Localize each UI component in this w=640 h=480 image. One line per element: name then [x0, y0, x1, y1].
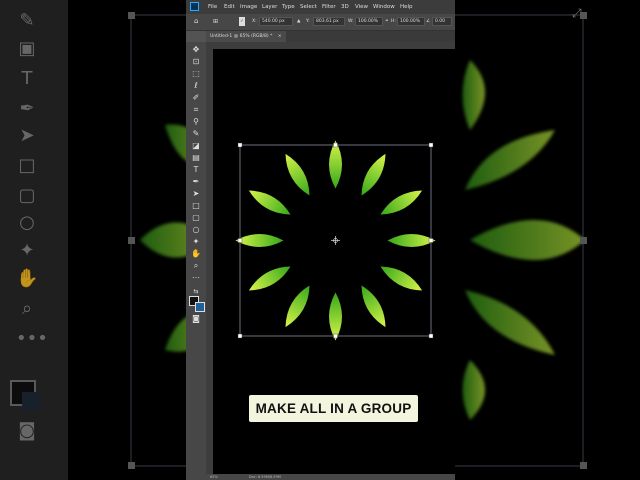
hand-icon: ✋ — [16, 268, 39, 289]
more-tools-icon: ••• — [16, 328, 48, 349]
leaf-shape — [387, 234, 436, 247]
leaf-shape — [380, 190, 423, 215]
rounded-rectangle-icon[interactable]: ▢ — [191, 213, 201, 223]
doc-size-readout: Doc: 6.59M/6.59M — [248, 475, 281, 479]
leaf-shape — [248, 266, 291, 291]
photoshop-logo-icon — [190, 2, 199, 11]
close-icon[interactable]: × — [278, 34, 282, 39]
more-tools-icon[interactable]: ⋯ — [191, 273, 201, 283]
leaf-shape — [361, 285, 386, 328]
rotate-handle-icon: ⤢ — [572, 6, 582, 20]
zoom-icon: ⌕ — [21, 298, 33, 319]
w-label: W: — [348, 19, 354, 24]
eraser-icon[interactable]: ◪ — [191, 141, 201, 151]
type-icon[interactable]: T — [191, 165, 201, 175]
menu-filter[interactable]: Filter — [322, 0, 336, 14]
menu-window[interactable]: Window — [373, 0, 395, 14]
background-color-swatch[interactable] — [195, 302, 205, 312]
pivot-point-icon[interactable] — [331, 236, 340, 245]
custom-shape-icon: ✦ — [19, 240, 35, 261]
horizontal-ruler — [206, 42, 455, 49]
vertical-ruler — [206, 49, 213, 480]
transform-tool-icon: ⊞ — [213, 18, 219, 25]
menu-select[interactable]: Select — [300, 0, 317, 14]
artboard-icon[interactable]: ⊡ — [191, 57, 201, 67]
tools-panel: ✥ ⊡ ⬚ ℓ ✐ ⌗ ⚲ ✎ ◪ ▤ T ✒ ➤ □ ▢ ○ ✦ ✋ ⌕ ⋯ … — [186, 42, 207, 480]
y-label: Y: — [306, 19, 310, 24]
width-field[interactable]: 100.00% — [355, 17, 383, 26]
eyedropper-icon[interactable]: ⚲ — [191, 117, 201, 127]
type-icon: T — [21, 68, 33, 89]
x-field[interactable]: 540.00 px — [259, 17, 293, 26]
h-label: H: — [391, 19, 396, 24]
status-bar: 65% Doc: 6.59M/6.59M — [206, 474, 455, 480]
tutorial-caption: MAKE ALL IN A GROUP — [249, 395, 418, 422]
angle-field[interactable]: 0.00 — [432, 17, 452, 26]
leaf-shape — [329, 292, 342, 341]
eraser-icon: ✎ — [19, 10, 35, 31]
delta-icon: ▲ — [297, 19, 301, 24]
leaf-shape — [380, 266, 423, 291]
ellipse-icon[interactable]: ○ — [191, 225, 201, 235]
menu-edit[interactable]: Edit — [224, 0, 235, 14]
pen-icon[interactable]: ✒ — [191, 177, 201, 187]
menu-help[interactable]: Help — [400, 0, 413, 14]
menu-bar: File Edit Image Layer Type Select Filter… — [186, 0, 455, 14]
crop-icon[interactable]: ⌗ — [191, 105, 201, 115]
quick-mask-icon[interactable]: ◙ — [191, 314, 201, 324]
options-bar: ⌂ ⊞ ✓ X: 540.00 px ▲ Y: 803.61 px W: 100… — [186, 14, 455, 31]
zoom-icon[interactable]: ⌕ — [191, 261, 201, 271]
custom-shape-icon[interactable]: ✦ — [191, 237, 201, 247]
leaf-shape — [285, 153, 310, 196]
leaf-shape — [235, 234, 284, 247]
move-icon[interactable]: ✥ — [191, 45, 201, 55]
menu-type[interactable]: Type — [282, 0, 295, 14]
home-icon[interactable]: ⌂ — [194, 17, 198, 26]
document-tab[interactable]: Untitled-1 @ 65% (RGB/8) * × — [206, 31, 286, 42]
background-color-swatch — [22, 392, 40, 410]
menu-image[interactable]: Image — [240, 0, 257, 14]
document-tab-title: Untitled-1 @ 65% (RGB/8) * — [210, 34, 273, 39]
leaf-shape — [285, 285, 310, 328]
ellipse-icon: ○ — [19, 212, 35, 233]
y-field[interactable]: 803.61 px — [313, 17, 345, 26]
zoom-readout[interactable]: 65% — [210, 475, 218, 479]
x-label: X: — [252, 19, 257, 24]
rectangle-icon[interactable]: □ — [191, 201, 201, 211]
brush-icon[interactable]: ✎ — [191, 129, 201, 139]
marquee-icon[interactable]: ⬚ — [191, 69, 201, 79]
rectangle-icon: ▢ — [18, 185, 36, 206]
hand-icon[interactable]: ✋ — [191, 249, 201, 259]
leaf-shape — [329, 140, 342, 189]
gradient-icon: ▣ — [18, 38, 36, 59]
path-select-icon[interactable]: ➤ — [191, 189, 201, 199]
quick-select-icon[interactable]: ✐ — [191, 93, 201, 103]
height-field[interactable]: 100.00% — [397, 17, 425, 26]
quick-mask-icon: ◙ — [18, 420, 36, 441]
menu-file[interactable]: File — [208, 0, 217, 14]
link-icon[interactable]: ⚭ — [385, 17, 389, 26]
leaf-shape — [361, 153, 386, 196]
menu-layer[interactable]: Layer — [262, 0, 277, 14]
menu-3d[interactable]: 3D — [341, 0, 349, 14]
background-toolbar-blur: ✎ ▣ T ✒ ➤ □ ▢ ○ ✦ ✋ ⌕ ••• ◙ — [0, 0, 68, 480]
leaf-shape — [248, 190, 291, 215]
pen-icon: ✒ — [19, 98, 35, 119]
path-select-icon: ➤ — [19, 125, 35, 146]
gradient-icon[interactable]: ▤ — [191, 153, 201, 163]
angle-icon: ∠ — [426, 19, 431, 24]
lasso-icon[interactable]: ℓ — [191, 81, 201, 91]
rectangle-icon: □ — [18, 155, 36, 176]
reference-point-checkbox[interactable]: ✓ — [239, 17, 245, 26]
menu-view[interactable]: View — [355, 0, 368, 14]
